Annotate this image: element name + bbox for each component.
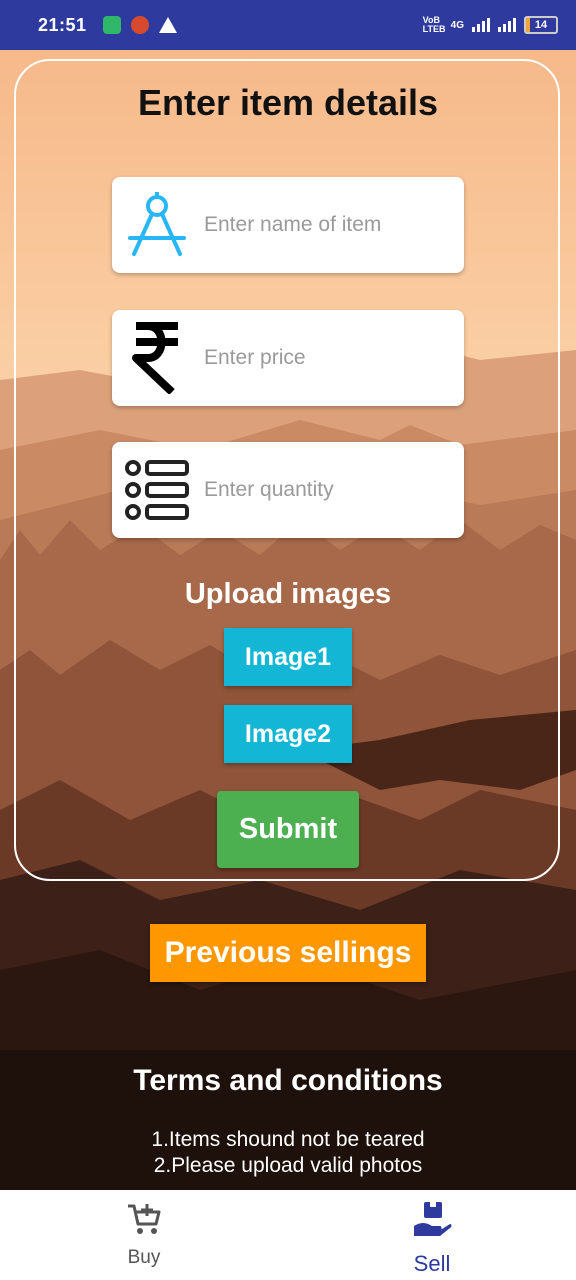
previous-sellings-button[interactable]: Previous sellings (150, 924, 426, 982)
image2-button[interactable]: Image2 (224, 705, 352, 763)
price-field[interactable] (112, 310, 464, 406)
terms-line-1: 1.Items shound not be teared (151, 1128, 425, 1151)
upload-images-heading: Upload images (184, 578, 392, 610)
bottom-navigation: Buy Sell (0, 1190, 576, 1280)
battery-icon: 14 (524, 16, 558, 34)
submit-button[interactable]: Submit (217, 791, 359, 868)
item-name-field[interactable] (112, 177, 464, 273)
volte-indicator: VoB LTEB (422, 15, 446, 34)
terms-heading: Terms and conditions (133, 1064, 443, 1097)
cart-icon (126, 1202, 162, 1241)
nav-buy[interactable]: Buy (0, 1190, 288, 1280)
nav-sell-label: Sell (413, 1251, 451, 1276)
signal-icon (472, 18, 490, 32)
quantity-field[interactable] (112, 442, 464, 538)
price-input[interactable] (202, 345, 456, 371)
signal-icon-2 (498, 18, 516, 32)
list-icon (112, 442, 202, 538)
image1-button[interactable]: Image1 (224, 628, 352, 686)
app-notification-icon (130, 16, 149, 34)
quantity-input[interactable] (202, 477, 456, 503)
compass-icon (112, 177, 202, 273)
battery-saver-notification-icon (102, 16, 121, 34)
status-bar: 21:51 VoB LTEB 4G 14 (0, 0, 576, 50)
status-time: 21:51 (38, 14, 87, 35)
network-type: 4G (450, 19, 464, 31)
nav-buy-label: Buy (127, 1247, 161, 1268)
item-name-input[interactable] (202, 212, 456, 238)
nav-sell[interactable]: Sell (288, 1190, 576, 1280)
warning-icon (158, 17, 177, 33)
battery-level: 14 (534, 19, 548, 31)
page-title: Enter item details (137, 82, 439, 123)
hand-box-icon (412, 1202, 452, 1245)
terms-line-2: 2.Please upload valid photos (153, 1154, 423, 1177)
status-right: VoB LTEB 4G 14 (423, 16, 558, 34)
rupee-icon (112, 310, 202, 406)
